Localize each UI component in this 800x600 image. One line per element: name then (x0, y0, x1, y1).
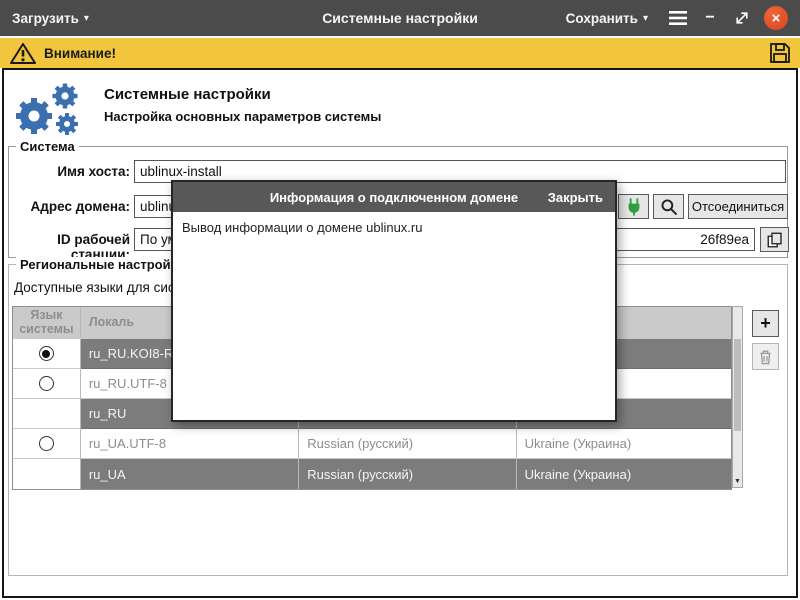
save-menu-button[interactable]: Сохранить ▾ (566, 0, 648, 36)
scrollbar-down-arrow[interactable]: ▼ (733, 475, 742, 487)
domain-label: Адрес домена: (8, 199, 130, 214)
plug-icon (624, 197, 644, 217)
disconnect-button[interactable]: Отсоединиться (688, 194, 788, 219)
search-icon (660, 198, 678, 216)
page-title: Системные настройки (104, 86, 271, 103)
add-locale-button[interactable]: + (752, 310, 779, 337)
copy-icon (766, 231, 784, 249)
close-button[interactable]: × (764, 6, 788, 30)
warning-triangle-icon (10, 42, 36, 65)
maximize-button[interactable] (728, 0, 756, 36)
country-cell: Ukraine (Украина) (517, 429, 731, 459)
radio-cell (13, 459, 81, 489)
domain-info-dialog: Информация о подключенном домене Закрыть… (171, 180, 617, 422)
radio-cell (13, 339, 81, 369)
locale-cell: ru_UA (81, 459, 299, 489)
app-window: Загрузить ▾ Системные настройки Сохранит… (0, 0, 800, 600)
country-cell: Ukraine (Украина) (517, 459, 731, 489)
load-button-label: Загрузить (12, 11, 79, 26)
caret-down-icon: ▾ (84, 13, 89, 24)
hamburger-icon (669, 11, 687, 25)
station-id-value-end: 26f89ea (700, 232, 749, 247)
dialog-close-button[interactable]: Закрыть (548, 190, 603, 205)
gears-logo-icon (10, 80, 90, 140)
menu-button[interactable] (664, 0, 692, 36)
radio-cell (13, 369, 81, 399)
language-cell: Russian (русский) (299, 459, 516, 489)
radio-cell (13, 429, 81, 459)
dialog-titlebar[interactable]: Информация о подключенном домене Закрыть (173, 182, 615, 212)
expand-icon (734, 10, 750, 26)
floppy-save-icon (768, 41, 792, 65)
system-fieldset-legend: Система (16, 139, 79, 154)
table-scrollbar[interactable]: ▼ (732, 306, 743, 488)
locale-cell: ru_UA.UTF-8 (81, 429, 299, 459)
load-button[interactable]: Загрузить ▾ (12, 0, 89, 36)
radio-cell (13, 399, 81, 429)
minimize-icon: − (705, 9, 714, 27)
regional-fieldset-legend: Региональные настройки (16, 257, 189, 272)
header-system-language: Язык системы (13, 307, 81, 339)
table-row[interactable]: ru_UA.UTF-8 Russian (русский) Ukraine (У… (13, 429, 731, 459)
language-cell: Russian (русский) (299, 429, 516, 459)
titlebar: Загрузить ▾ Системные настройки Сохранит… (0, 0, 800, 36)
dialog-body-text: Вывод информации о домене ublinux.ru (173, 212, 615, 243)
delete-locale-button[interactable] (752, 343, 779, 370)
scrollbar-thumb[interactable] (734, 339, 741, 431)
locale-radio[interactable] (39, 376, 54, 391)
page-subtitle: Настройка основных параметров системы (104, 109, 381, 124)
warning-bar: Внимание! (0, 38, 800, 68)
trash-icon (758, 349, 773, 365)
copy-id-button[interactable] (760, 227, 789, 252)
hostname-label: Имя хоста: (8, 164, 130, 179)
table-row[interactable]: ru_UA Russian (русский) Ukraine (Украина… (13, 459, 731, 489)
caret-down-icon: ▾ (643, 13, 648, 24)
warning-label: Внимание! (44, 46, 116, 61)
search-domain-button[interactable] (653, 194, 684, 219)
save-settings-button[interactable] (768, 41, 792, 70)
locale-radio[interactable] (39, 436, 54, 451)
connect-domain-button[interactable] (618, 194, 649, 219)
close-icon: × (772, 10, 781, 27)
minimize-button[interactable]: − (696, 0, 724, 36)
save-button-label: Сохранить (566, 11, 638, 26)
locale-radio[interactable] (39, 346, 54, 361)
